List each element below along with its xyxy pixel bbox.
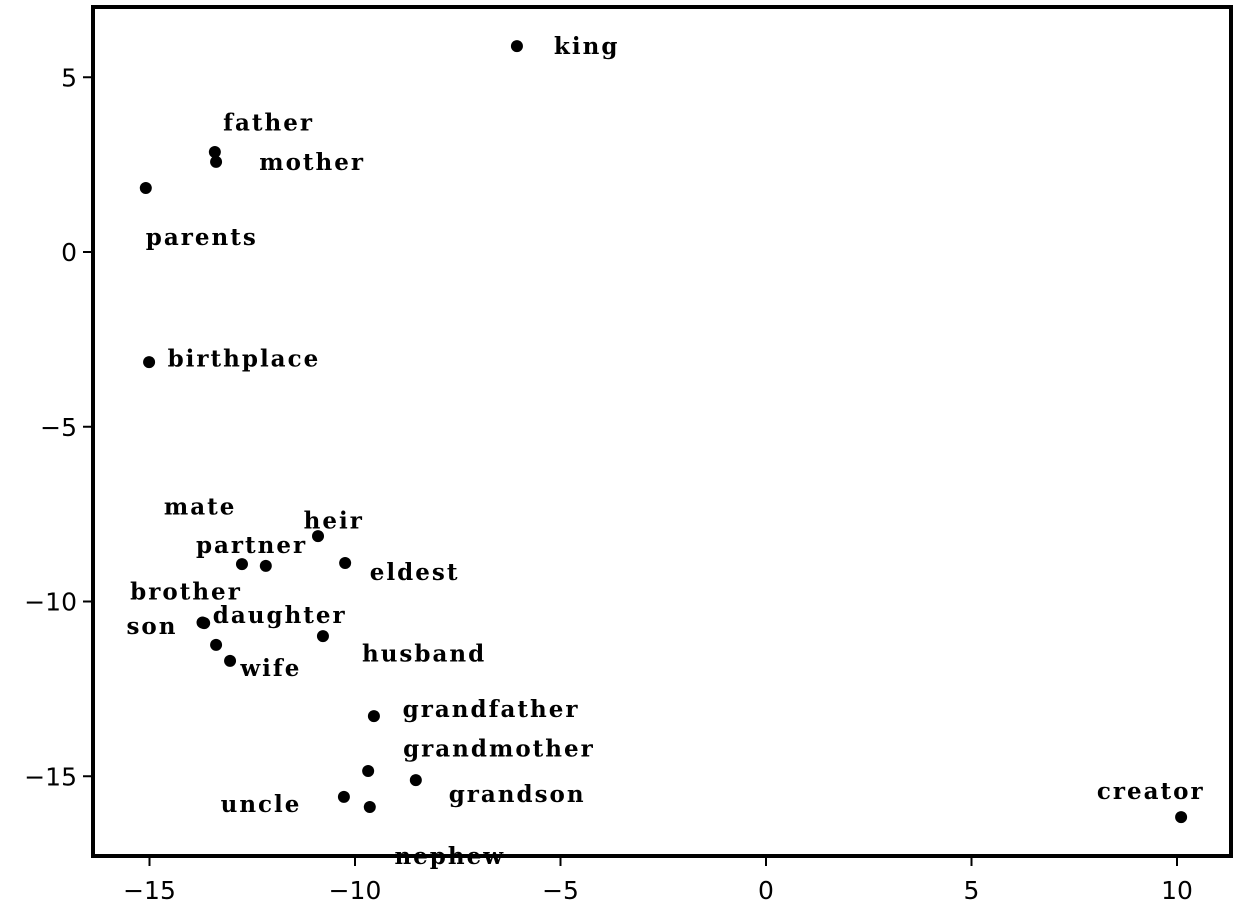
point-label-eldest: eldest — [370, 559, 460, 586]
point-label-father: father — [223, 109, 314, 136]
point-label-wife: wife — [239, 655, 301, 682]
point-label-husband: husband — [362, 641, 486, 668]
x-axis: −15 −10 −5 0 5 10 — [123, 856, 1193, 905]
point-label-grandfather: grandfather — [403, 696, 580, 723]
point-mate — [235, 558, 248, 571]
y-axis: 5 0 −5 −10 −15 — [24, 63, 93, 791]
point-label-birthplace: birthplace — [168, 346, 321, 373]
x-tick-label: 0 — [758, 876, 774, 905]
point-label-grandson: grandson — [449, 781, 586, 808]
point-label-uncle: uncle — [221, 791, 302, 818]
point-label-daughter: daughter — [213, 602, 347, 629]
x-tick-label: −15 — [123, 876, 176, 905]
point-mother — [210, 155, 223, 168]
point-label-king: king — [554, 33, 619, 60]
point-nephew — [363, 801, 376, 814]
point-grandmother — [362, 765, 375, 778]
y-tick-label: −10 — [24, 588, 77, 617]
point-label-parents: parents — [146, 224, 258, 251]
point-creator — [1175, 811, 1188, 824]
y-tick-label: 0 — [61, 238, 77, 267]
x-tick-label: 10 — [1161, 876, 1193, 905]
point-label-son: son — [126, 613, 177, 640]
point-label-mate: mate — [164, 493, 237, 520]
x-tick-label: −10 — [329, 876, 382, 905]
point-label-creator: creator — [1097, 778, 1205, 805]
point-label-grandmother: grandmother — [403, 735, 595, 762]
point-husband — [316, 630, 329, 643]
point-king — [510, 40, 523, 53]
point-grandson — [409, 774, 422, 787]
y-tick-label: 5 — [61, 63, 77, 92]
point-wife — [224, 654, 237, 667]
point-partner — [259, 559, 272, 572]
point-daughter — [210, 638, 223, 651]
point-uncle — [337, 790, 350, 803]
point-parents — [139, 182, 152, 195]
x-tick-label: 5 — [964, 876, 980, 905]
y-tick-label: −5 — [40, 413, 77, 442]
x-tick-label: −5 — [542, 876, 579, 905]
point-birthplace — [143, 356, 156, 369]
point-label-heir: heir — [304, 507, 364, 534]
y-tick-label: −15 — [24, 762, 77, 791]
point-eldest — [339, 557, 352, 570]
scatter-plot: king father mother parents birthplace mate hei… — [24, 5, 1233, 905]
point-label-partner: partner — [196, 532, 307, 559]
point-grandfather — [367, 710, 380, 723]
point-son — [196, 616, 209, 629]
point-labels-layer: king father mother parents birthplace mate hei… — [126, 33, 1205, 870]
point-label-mother: mother — [259, 149, 365, 176]
